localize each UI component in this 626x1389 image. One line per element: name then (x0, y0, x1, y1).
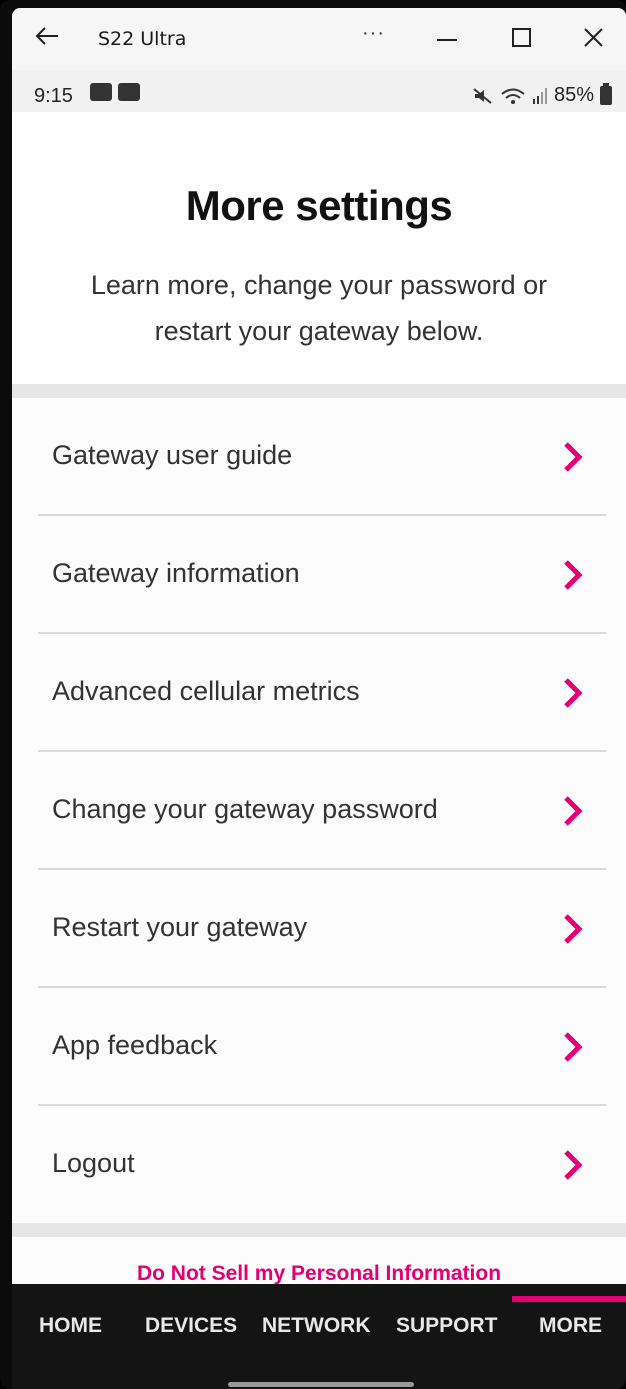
close-icon[interactable] (578, 24, 608, 52)
nav-home[interactable]: HOME (39, 1314, 102, 1338)
menu-item-label: App feedback (52, 1030, 218, 1060)
window-title-bar: S22 Ultra ··· (12, 8, 626, 70)
do-not-sell-link[interactable]: Do Not Sell my Personal Information (12, 1262, 626, 1284)
chevron-right-icon (564, 1150, 583, 1180)
chevron-right-icon (564, 1032, 583, 1062)
voicemail-notification-icon (118, 83, 140, 101)
device-notification-icon (90, 83, 112, 101)
minimize-icon[interactable] (432, 24, 462, 52)
menu-item-gateway-information[interactable]: Gateway information (12, 516, 626, 634)
chevron-right-icon (564, 796, 583, 826)
menu-item-label: Advanced cellular metrics (52, 676, 360, 706)
back-arrow-icon[interactable] (34, 22, 60, 50)
chevron-right-icon (564, 560, 583, 590)
mute-icon (473, 87, 492, 104)
menu-item-label: Restart your gateway (52, 912, 308, 942)
menu-item-logout[interactable]: Logout (12, 1106, 626, 1224)
menu-item-change-gateway-password[interactable]: Change your gateway password (12, 752, 626, 870)
section-divider (12, 1223, 626, 1237)
chevron-right-icon (564, 678, 583, 708)
page-header: More settings Learn more, change your pa… (12, 112, 626, 384)
battery-percent: 85% (553, 84, 594, 106)
menu-item-advanced-cellular-metrics[interactable]: Advanced cellular metrics (12, 634, 626, 752)
status-right: 85% (472, 83, 612, 107)
section-divider (12, 384, 626, 398)
menu-item-label: Gateway user guide (52, 440, 293, 470)
nav-devices[interactable]: DEVICES (145, 1314, 237, 1338)
menu-item-restart-gateway[interactable]: Restart your gateway (12, 870, 626, 988)
gesture-handle (228, 1382, 414, 1387)
more-settings-screen: More settings Learn more, change your pa… (12, 112, 626, 1284)
menu-item-gateway-user-guide[interactable]: Gateway user guide (12, 398, 626, 516)
menu-item-label: Change your gateway password (52, 794, 438, 824)
wifi-icon (501, 88, 525, 104)
notification-icons (90, 83, 140, 101)
window-title: S22 Ultra (98, 28, 187, 50)
status-time: 9:15 (34, 85, 73, 107)
chevron-right-icon (564, 442, 583, 472)
page-title: More settings (185, 182, 453, 229)
battery-icon (600, 83, 612, 105)
active-tab-indicator (512, 1296, 626, 1302)
chevron-right-icon (564, 914, 583, 944)
signal-icon (532, 87, 547, 104)
more-options-button[interactable]: ··· (362, 22, 385, 45)
nav-more[interactable]: MORE (539, 1314, 602, 1338)
nav-network[interactable]: NETWORK (262, 1314, 371, 1338)
menu-item-label: Gateway information (52, 558, 300, 588)
status-bar: 9:15 85% (12, 70, 626, 112)
emulator-window: S22 Ultra ··· 9:15 85% More settings Lea… (0, 0, 626, 1389)
menu-item-label: Logout (52, 1148, 135, 1178)
page-subtitle: Learn more, change your password or rest… (90, 270, 548, 346)
maximize-icon[interactable] (506, 24, 536, 52)
menu-item-app-feedback[interactable]: App feedback (12, 988, 626, 1106)
bottom-navigation: HOME DEVICES NETWORK SUPPORT MORE (12, 1284, 626, 1389)
nav-support[interactable]: SUPPORT (396, 1314, 498, 1338)
